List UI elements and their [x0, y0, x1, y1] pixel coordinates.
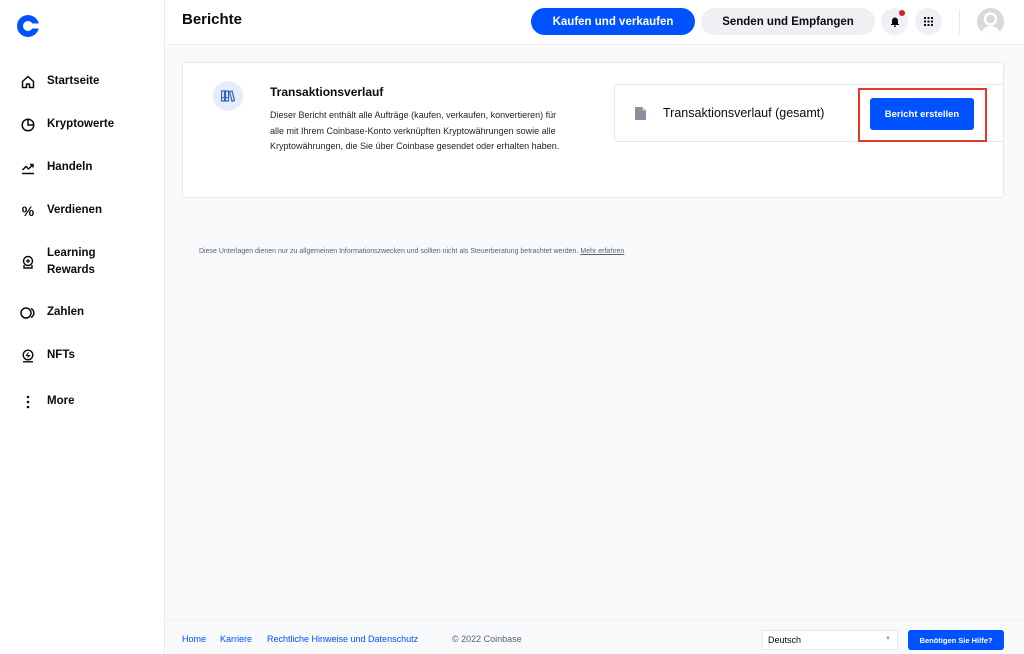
report-description: Dieser Bericht enthält alle Aufträge (ka…: [270, 110, 560, 151]
main-content: Transaktionsverlauf Dieser Bericht enthä…: [166, 46, 1024, 620]
top-header: Berichte Kaufen und verkaufen Senden und…: [166, 0, 1024, 45]
percent-icon: %: [21, 202, 35, 219]
sidebar-item-label: NFTs: [47, 349, 75, 361]
report-card: Transaktionsverlauf Dieser Bericht enthä…: [182, 62, 1004, 198]
footer-link-legal[interactable]: Rechtliche Hinweise und Datenschutz: [267, 634, 418, 644]
chevron-down-icon: ▼: [885, 636, 891, 642]
more-vertical-icon: [20, 394, 36, 410]
sidebar-item-handeln[interactable]: Handeln: [20, 159, 92, 176]
sidebar-item-kryptowerte[interactable]: Kryptowerte: [20, 116, 114, 133]
sidebar-item-label: More: [47, 395, 75, 407]
create-report-button[interactable]: Bericht erstellen: [870, 98, 974, 130]
document-icon: [635, 107, 646, 120]
nft-icon: [20, 348, 36, 364]
sidebar-item-label: Zahlen: [47, 306, 85, 318]
footer-link-home[interactable]: Home: [182, 634, 206, 644]
report-title: Transaktionsverlauf: [270, 85, 384, 99]
sidebar-item-verdienen[interactable]: % Verdienen: [20, 202, 102, 219]
sidebar-item-zahlen[interactable]: Zahlen: [20, 304, 84, 321]
pie-chart-icon: [20, 117, 36, 133]
apps-menu-button[interactable]: [915, 8, 942, 35]
pay-icon: [20, 305, 36, 321]
learn-more-link[interactable]: Mehr erfahren: [580, 248, 624, 255]
sidebar-item-label: Verdienen: [47, 204, 102, 216]
header-divider: [959, 10, 960, 34]
sidebar-item-label: Startseite: [47, 75, 100, 87]
sidebar-item-label: Learning Rewards: [47, 247, 96, 276]
notifications-button[interactable]: [881, 8, 908, 35]
books-icon: [213, 81, 243, 111]
disclaimer: Diese Unterlagen dienen nur zu allgemein…: [199, 248, 624, 255]
report-name: Transaktionsverlauf (gesamt): [663, 106, 825, 120]
trending-icon: [20, 160, 36, 176]
sidebar-item-more[interactable]: More: [20, 393, 74, 410]
disclaimer-text: Diese Unterlagen dienen nur zu allgemein…: [199, 248, 579, 255]
sidebar-item-learning-rewards[interactable]: Learning Rewards: [20, 245, 107, 279]
language-value: Deutsch: [768, 635, 802, 645]
learning-rewards-icon: [20, 254, 36, 270]
sidebar-item-startseite[interactable]: Startseite: [20, 73, 99, 90]
bell-icon: [890, 17, 899, 27]
footer: Home Karriere Rechtliche Hinweise und Da…: [166, 620, 1024, 654]
page-title: Berichte: [182, 11, 243, 28]
sidebar: Startseite Kryptowerte Handeln % Verdien…: [0, 0, 165, 654]
help-button[interactable]: Benötigen Sie Hilfe?: [908, 630, 1004, 650]
grid-icon: [924, 17, 933, 26]
footer-link-careers[interactable]: Karriere: [220, 634, 252, 644]
user-avatar-icon: [981, 12, 1000, 35]
sidebar-item-label: Kryptowerte: [47, 118, 115, 130]
buy-sell-button[interactable]: Kaufen und verkaufen: [531, 8, 695, 35]
sidebar-item-nfts[interactable]: NFTs: [20, 347, 75, 364]
report-row: Transaktionsverlauf (gesamt) Bericht ers…: [614, 84, 1004, 142]
send-receive-button[interactable]: Senden und Empfangen: [701, 8, 875, 35]
avatar[interactable]: [977, 8, 1004, 35]
home-icon: [20, 74, 36, 90]
copyright: © 2022 Coinbase: [452, 634, 522, 644]
sidebar-item-label: Handeln: [47, 161, 93, 173]
notification-badge: [899, 10, 905, 16]
coinbase-logo-icon[interactable]: [17, 15, 39, 37]
language-select[interactable]: Deutsch ▼: [762, 630, 898, 650]
